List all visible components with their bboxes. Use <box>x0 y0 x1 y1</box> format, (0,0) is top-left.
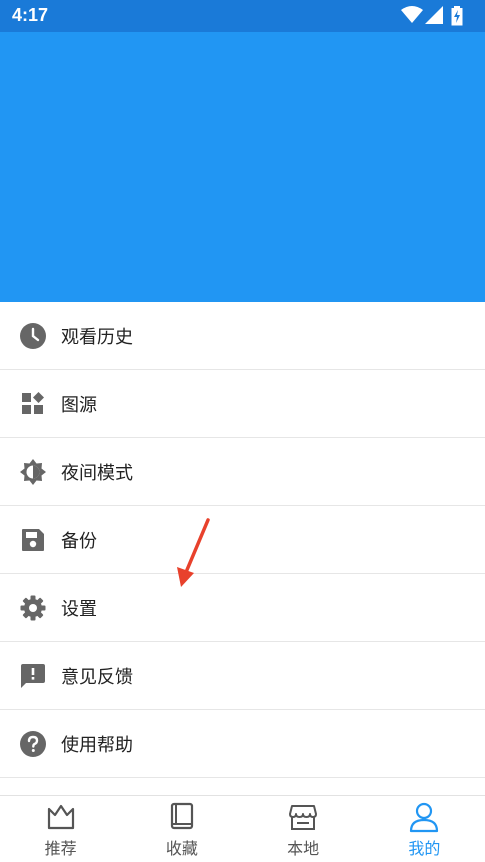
status-time: 4:17 <box>12 5 49 25</box>
menu-item-label: 夜间模式 <box>61 462 133 484</box>
crown-icon <box>47 804 74 830</box>
widgets-icon <box>20 391 46 417</box>
nav-tab-local[interactable]: 本地 <box>243 796 364 862</box>
save-icon <box>20 527 46 553</box>
brightness-icon <box>20 458 46 485</box>
wifi-icon <box>401 6 423 28</box>
menu-item-label: 意见反馈 <box>61 666 133 688</box>
help-icon <box>20 730 46 757</box>
nav-tab-label: 收藏 <box>165 839 198 858</box>
person-icon <box>410 802 439 833</box>
menu-item-night-mode[interactable]: 夜间模式 <box>0 438 485 506</box>
menu-item-settings[interactable]: 设置 <box>0 574 485 642</box>
menu-item-backup[interactable]: 备份 <box>0 506 485 574</box>
profile-header-banner <box>0 32 485 302</box>
menu-item-feedback[interactable]: 意见反馈 <box>0 642 485 710</box>
menu-item-label: 图源 <box>61 394 97 416</box>
store-icon <box>289 805 318 830</box>
menu-list: 观看历史 图源 夜间模式 备份 设置 意见反馈 使用帮助 <box>0 302 485 778</box>
nav-tab-mine[interactable]: 我的 <box>364 796 485 862</box>
menu-item-label: 观看历史 <box>61 326 133 348</box>
clock-icon <box>20 322 46 349</box>
nav-tab-label: 我的 <box>408 839 441 858</box>
menu-item-label: 使用帮助 <box>61 734 133 756</box>
nav-tab-label: 推荐 <box>44 839 77 858</box>
gear-icon <box>20 595 46 621</box>
menu-item-label: 设置 <box>61 598 97 620</box>
menu-item-help[interactable]: 使用帮助 <box>0 710 485 778</box>
menu-item-history[interactable]: 观看历史 <box>0 302 485 370</box>
feedback-icon <box>20 663 46 689</box>
book-icon <box>170 802 193 830</box>
status-bar: 4:17 <box>0 0 485 32</box>
nav-tab-label: 本地 <box>287 839 320 858</box>
nav-tab-recommend[interactable]: 推荐 <box>0 796 121 862</box>
bottom-navigation: 推荐 收藏 本地 我的 <box>0 795 485 862</box>
menu-item-label: 备份 <box>61 530 97 552</box>
annotation-arrow-icon <box>177 518 210 587</box>
nav-tab-favorites[interactable]: 收藏 <box>121 796 242 862</box>
signal-icon <box>425 6 443 28</box>
menu-item-sources[interactable]: 图源 <box>0 370 485 438</box>
battery-charging-icon <box>451 6 463 30</box>
